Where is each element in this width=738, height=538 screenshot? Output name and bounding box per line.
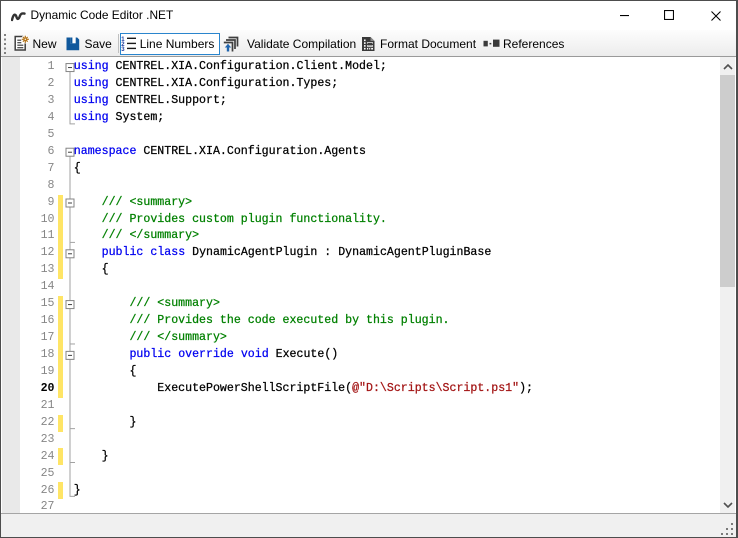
svg-text:3: 3 [121,47,125,52]
